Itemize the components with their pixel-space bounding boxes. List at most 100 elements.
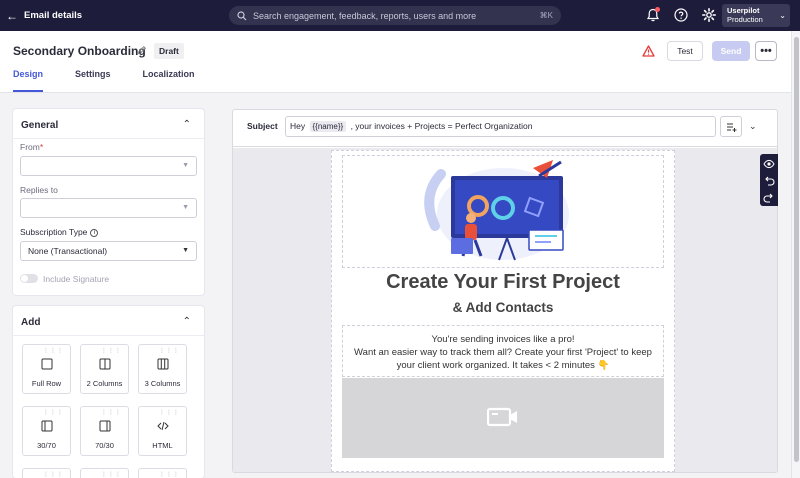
include-signature-label: Include Signature xyxy=(43,274,110,284)
insert-variable-icon xyxy=(726,123,736,132)
drag-handle-icon: ⋮⋮⋮ xyxy=(101,348,122,354)
settings-gear-icon[interactable] xyxy=(701,7,717,23)
test-button[interactable]: Test xyxy=(667,41,703,61)
body-line-3: your client work organized. It takes < 2… xyxy=(396,360,610,371)
two-columns-icon xyxy=(99,358,111,370)
chevron-up-icon[interactable]: ⌃ xyxy=(183,119,191,130)
email-editor: Subject Hey {{name}} , your invoices + P… xyxy=(232,109,778,473)
tile-2-columns[interactable]: ⋮⋮⋮ 2 Columns xyxy=(80,344,129,394)
drag-handle-icon: ⋮⋮⋮ xyxy=(101,472,122,478)
tile-partial[interactable]: ⋮⋮⋮ xyxy=(22,468,71,478)
layout-30-70-icon xyxy=(41,420,53,432)
full-row-icon xyxy=(41,358,53,370)
subject-suffix: , your invoices + Projects = Perfect Org… xyxy=(350,121,533,131)
chevron-down-icon[interactable]: ⌄ xyxy=(749,121,757,132)
tile-html[interactable]: ⋮⋮⋮ HTML xyxy=(138,406,187,456)
tile-label: 70/30 xyxy=(95,441,114,450)
add-heading: Add xyxy=(21,317,41,328)
required-asterisk: * xyxy=(39,142,44,152)
page-header: Secondary Onboarding Draft Test Send •••… xyxy=(0,31,800,93)
tile-30-70[interactable]: ⋮⋮⋮ 30/70 xyxy=(22,406,71,456)
tile-3-columns[interactable]: ⋮⋮⋮ 3 Columns xyxy=(138,344,187,394)
divider xyxy=(13,138,204,139)
tab-bar: Design Settings Localization xyxy=(13,69,227,92)
tab-settings[interactable]: Settings xyxy=(75,69,111,92)
back-link[interactable]: ← Email details xyxy=(6,10,82,22)
from-select[interactable]: ▼ xyxy=(20,156,197,176)
add-panel: Add ⌃ ⋮⋮⋮ Full Row ⋮⋮⋮ 2 Columns ⋮⋮⋮ 3 C… xyxy=(13,306,204,478)
back-label: Email details xyxy=(24,10,83,21)
email-text-block[interactable]: You're sending invoices like a pro! Want… xyxy=(342,325,664,377)
subject-label: Subject xyxy=(247,121,278,131)
tile-label: 2 Columns xyxy=(86,379,123,388)
env-name: Userpilot xyxy=(727,6,760,15)
email-subheading[interactable]: & Add Contacts xyxy=(342,300,664,315)
env-sub: Production xyxy=(727,15,763,24)
environment-switcher[interactable]: Userpilot Production ⌄ xyxy=(722,4,790,27)
warning-icon[interactable] xyxy=(642,45,655,57)
subscription-value: None (Transactional) xyxy=(28,246,108,256)
presentation-illustration-icon xyxy=(424,160,569,261)
caret-down-icon: ▼ xyxy=(182,162,189,169)
email-heading[interactable]: Create Your First Project xyxy=(342,271,664,294)
search-icon xyxy=(237,10,247,20)
subject-input[interactable]: Hey {{name}} , your invoices + Projects … xyxy=(285,116,716,137)
general-heading: General xyxy=(21,120,59,131)
body-line-2: Want an easier way to track them all? Cr… xyxy=(354,347,652,358)
redo-icon[interactable] xyxy=(763,192,775,204)
email-body: Create Your First Project & Add Contacts… xyxy=(331,150,675,472)
tab-localization[interactable]: Localization xyxy=(143,69,195,92)
subscription-type-select[interactable]: None (Transactional) ▼ xyxy=(20,241,197,261)
tile-full-row[interactable]: ⋮⋮⋮ Full Row xyxy=(22,344,71,394)
subscription-type-label: Subscription Type i xyxy=(20,227,99,237)
layout-tiles: ⋮⋮⋮ Full Row ⋮⋮⋮ 2 Columns ⋮⋮⋮ 3 Columns… xyxy=(22,344,187,478)
divider xyxy=(13,335,204,336)
drag-handle-icon: ⋮⋮⋮ xyxy=(43,348,64,354)
eye-icon[interactable] xyxy=(763,158,775,170)
undo-icon[interactable] xyxy=(763,175,775,187)
tile-label: HTML xyxy=(152,441,173,450)
tile-label: 3 Columns xyxy=(144,379,181,388)
video-icon xyxy=(487,407,517,427)
chevron-down-icon: ⌄ xyxy=(779,11,786,20)
info-icon[interactable]: i xyxy=(90,228,99,237)
pencil-icon[interactable] xyxy=(137,45,147,55)
general-panel: General ⌃ From* ▼ Replies to ▼ Subscript… xyxy=(13,109,204,295)
email-canvas: Create Your First Project & Add Contacts… xyxy=(233,148,777,472)
chevron-up-icon[interactable]: ⌃ xyxy=(183,316,191,327)
help-icon[interactable] xyxy=(673,7,689,23)
three-columns-icon xyxy=(157,358,169,370)
from-label: From* xyxy=(20,142,44,152)
more-options-button[interactable]: ••• xyxy=(755,41,777,61)
drag-handle-icon: ⋮⋮⋮ xyxy=(159,472,180,478)
top-bar: ← Email details Search engagement, feedb… xyxy=(0,0,800,31)
page-title: Secondary Onboarding xyxy=(13,44,146,58)
drag-handle-icon: ⋮⋮⋮ xyxy=(159,410,180,416)
layout-70-30-icon xyxy=(99,420,111,432)
tab-design[interactable]: Design xyxy=(13,69,44,92)
replies-to-select[interactable]: ▼ xyxy=(20,198,197,218)
tile-partial[interactable]: ⋮⋮⋮ xyxy=(80,468,129,478)
notifications-bell-icon[interactable] xyxy=(645,7,661,23)
hero-image-block[interactable] xyxy=(342,155,664,268)
search-placeholder: Search engagement, feedback, reports, us… xyxy=(253,10,477,21)
arrow-left-icon: ← xyxy=(6,8,18,23)
subject-prefix: Hey xyxy=(290,121,306,131)
caret-down-icon: ▼ xyxy=(182,204,189,211)
scrollbar-thumb[interactable] xyxy=(794,37,799,462)
tile-label: 30/70 xyxy=(37,441,56,450)
caret-down-icon: ▼ xyxy=(182,247,189,254)
status-badge: Draft xyxy=(154,43,184,59)
tile-70-30[interactable]: ⋮⋮⋮ 70/30 xyxy=(80,406,129,456)
name-token[interactable]: {{name}} xyxy=(309,121,347,132)
page-scrollbar[interactable] xyxy=(791,31,800,478)
video-block[interactable] xyxy=(342,378,664,458)
include-signature-toggle[interactable] xyxy=(20,274,38,283)
global-search[interactable]: Search engagement, feedback, reports, us… xyxy=(229,6,561,25)
personalize-button[interactable] xyxy=(720,116,742,137)
drag-handle-icon: ⋮⋮⋮ xyxy=(159,348,180,354)
send-button[interactable]: Send xyxy=(712,41,750,61)
search-shortcut: ⌘K xyxy=(539,11,553,20)
tile-partial[interactable]: ⋮⋮⋮ xyxy=(138,468,187,478)
replies-to-label: Replies to xyxy=(20,185,58,195)
